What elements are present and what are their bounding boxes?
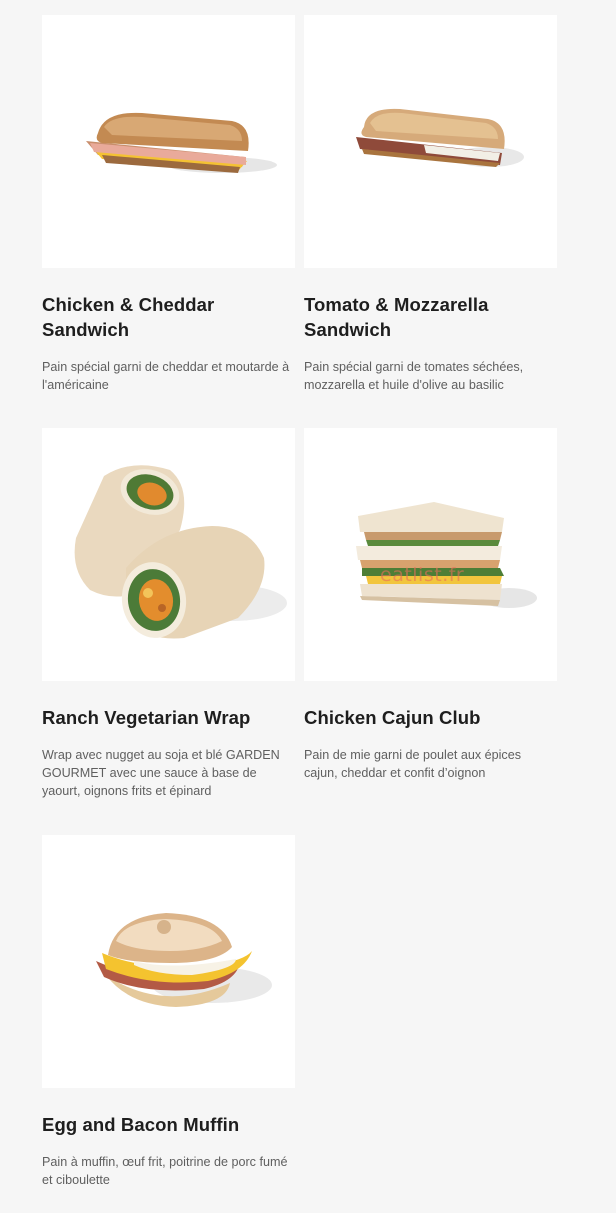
product-title[interactable]: Ranch Vegetarian Wrap xyxy=(42,705,295,730)
product-title[interactable]: Chicken & Cheddar Sandwich xyxy=(42,292,295,342)
product-description: Pain spécial garni de tomates séchées, m… xyxy=(304,360,524,392)
product-image[interactable]: eatlist.fr xyxy=(304,428,557,681)
product-card[interactable]: Chicken & Cheddar Sandwich Pain spécial … xyxy=(42,15,295,394)
product-image[interactable] xyxy=(42,835,295,1088)
product-title[interactable]: Tomato & Mozzarella Sandwich xyxy=(304,292,557,342)
product-description: Pain spécial garni de cheddar et moutard… xyxy=(42,360,290,392)
wrap-icon xyxy=(74,465,287,639)
product-card[interactable]: Tomato & Mozzarella Sandwich Pain spécia… xyxy=(304,15,557,394)
product-card[interactable]: eatlist.fr Chicken Cajun Club Pain de mi… xyxy=(304,428,557,782)
product-description: Wrap avec nugget au soja et blé GARDEN G… xyxy=(42,748,280,798)
product-image[interactable] xyxy=(42,15,295,268)
product-title[interactable]: Egg and Bacon Muffin xyxy=(42,1112,295,1137)
watermark: eatlist.fr xyxy=(380,564,465,586)
product-description: Pain de mie garni de poulet aux épices c… xyxy=(304,748,522,780)
product-description: Pain à muffin, œuf frit, poitrine de por… xyxy=(42,1155,288,1187)
tomato-mozzarella-sandwich-icon xyxy=(356,108,524,167)
product-image[interactable] xyxy=(304,15,557,268)
panini-sandwich-icon xyxy=(86,112,277,173)
product-image[interactable] xyxy=(42,428,295,681)
product-card[interactable]: Egg and Bacon Muffin Pain à muffin, œuf … xyxy=(42,835,295,1189)
product-card[interactable]: Ranch Vegetarian Wrap Wrap avec nugget a… xyxy=(42,428,295,800)
club-sandwich-icon xyxy=(356,502,537,608)
muffin-icon xyxy=(96,913,272,1007)
product-title[interactable]: Chicken Cajun Club xyxy=(304,705,557,730)
